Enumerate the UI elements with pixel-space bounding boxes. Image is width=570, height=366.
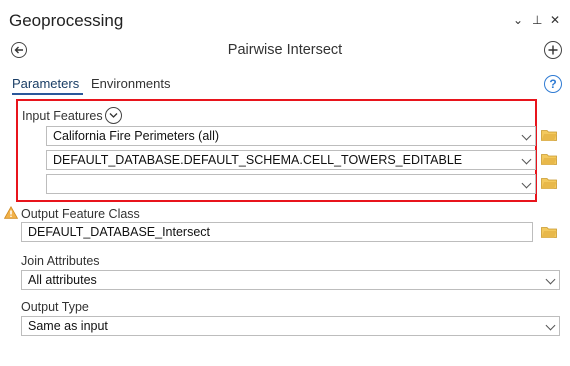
folder-icon[interactable] <box>541 153 557 165</box>
help-icon[interactable]: ? <box>544 75 562 93</box>
input-feature-row-2[interactable]: DEFAULT_DATABASE.DEFAULT_SCHEMA.CELL_TOW… <box>46 150 536 170</box>
close-icon[interactable]: ✕ <box>550 13 560 27</box>
input-features-label: Input Features <box>22 109 103 123</box>
join-attributes-select[interactable]: All attributes <box>21 270 560 290</box>
pane-options-icon[interactable]: ⌄ <box>513 13 523 27</box>
chevron-down-icon[interactable] <box>545 274 556 285</box>
expand-circle-icon[interactable] <box>105 107 122 124</box>
join-attributes-label: Join Attributes <box>21 254 100 268</box>
warning-icon <box>4 206 18 219</box>
pane-title: Geoprocessing <box>9 11 124 30</box>
chevron-down-icon[interactable] <box>545 320 556 331</box>
output-type-label: Output Type <box>21 300 89 314</box>
tab-parameters-underline <box>12 93 83 95</box>
tab-parameters[interactable]: Parameters <box>12 76 79 91</box>
input-feature-value: California Fire Perimeters (all) <box>53 129 220 143</box>
chevron-down-icon[interactable] <box>521 178 532 189</box>
chevron-down-icon[interactable] <box>521 154 532 165</box>
output-type-value: Same as input <box>28 319 108 333</box>
tool-title: Pairwise Intersect <box>227 42 343 58</box>
tab-environments[interactable]: Environments <box>91 76 170 91</box>
add-icon[interactable] <box>544 41 562 59</box>
output-type-select[interactable]: Same as input <box>21 316 560 336</box>
folder-icon[interactable] <box>541 129 557 141</box>
input-feature-row-1[interactable]: California Fire Perimeters (all) <box>46 126 536 146</box>
join-attributes-value: All attributes <box>28 273 97 287</box>
output-feature-class-label: Output Feature Class <box>21 207 140 221</box>
folder-icon[interactable] <box>541 226 557 238</box>
input-feature-row-3[interactable] <box>46 174 536 194</box>
folder-icon[interactable] <box>541 177 557 189</box>
chevron-down-icon[interactable] <box>521 130 532 141</box>
output-feature-class-value: DEFAULT_DATABASE_Intersect <box>28 225 211 239</box>
pin-icon[interactable]: ⊥ <box>532 13 542 27</box>
input-feature-value: DEFAULT_DATABASE.DEFAULT_SCHEMA.CELL_TOW… <box>53 153 463 167</box>
output-feature-class-input[interactable]: DEFAULT_DATABASE_Intersect <box>21 222 533 242</box>
